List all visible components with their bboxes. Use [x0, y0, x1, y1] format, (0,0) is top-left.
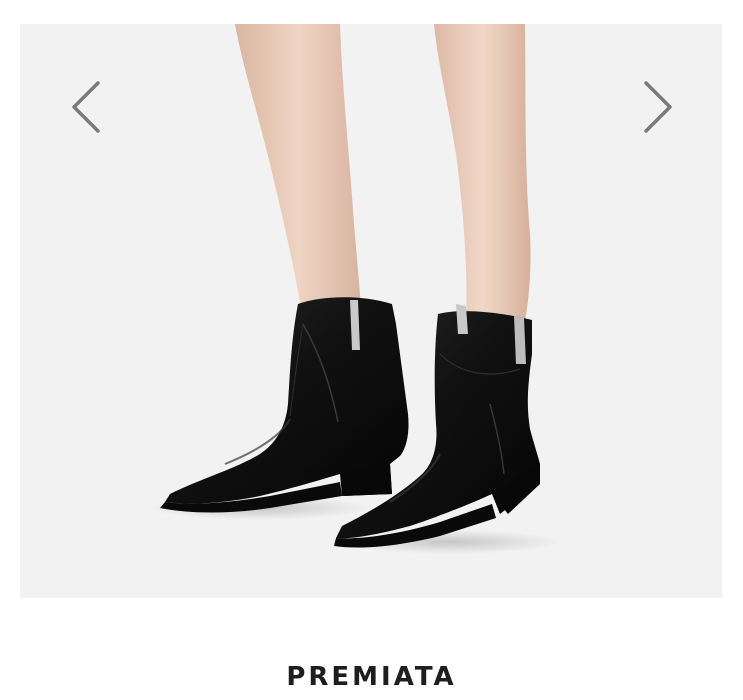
- product-photo: [150, 24, 560, 554]
- right-leg: [434, 24, 531, 322]
- next-image-button[interactable]: [628, 72, 688, 142]
- chevron-right-icon: [644, 81, 672, 133]
- product-image-gallery[interactable]: [20, 24, 722, 598]
- left-boot: [160, 297, 409, 513]
- brand-name[interactable]: PREMIATA: [0, 662, 743, 692]
- chevron-left-icon: [72, 81, 100, 133]
- left-leg: [235, 24, 362, 316]
- previous-image-button[interactable]: [56, 72, 116, 142]
